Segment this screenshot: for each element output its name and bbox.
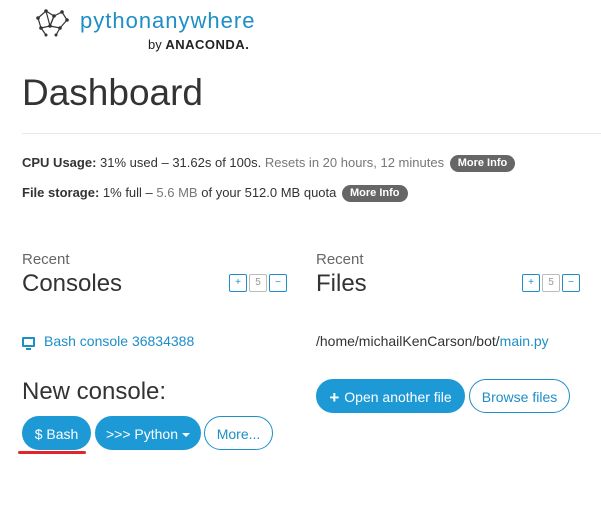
divider (22, 133, 601, 134)
consoles-title: Consoles (22, 270, 123, 297)
file-storage-quota: of your 512.0 MB quota (201, 185, 337, 200)
files-recent-label: Recent (316, 251, 364, 268)
recent-file-path[interactable]: /home/michailKenCarson/bot/ (316, 333, 500, 349)
files-title: Files (316, 270, 367, 297)
logo-byline: by ANACONDA. (148, 37, 249, 53)
cpu-usage-line: CPU Usage: 31% used – 31.62s of 100s. Re… (22, 154, 516, 172)
cpu-reset-text: Resets in 20 hours, 12 minutes (264, 155, 445, 170)
consoles-pager-decrease[interactable]: − (269, 274, 287, 292)
new-console-title: New console: (22, 378, 167, 405)
consoles-recent-label: Recent (22, 251, 70, 268)
pythonanywhere-logo-icon (36, 9, 69, 37)
open-another-file-label: Open another file (344, 389, 452, 405)
caret-down-icon (182, 433, 190, 437)
file-storage-pct: 1% full – (102, 185, 153, 200)
plus-icon: + (329, 388, 340, 407)
file-storage-used: 5.6 MB (156, 185, 198, 200)
cpu-usage-value: 31% used – 31.62s of 100s. (100, 155, 262, 170)
python-dropdown-button[interactable]: >>> Python (95, 416, 201, 450)
cpu-more-info-button[interactable]: More Info (449, 155, 516, 172)
file-storage-line: File storage: 1% full – 5.6 MB of your 5… (22, 184, 408, 202)
files-pager-count: 5 (542, 274, 560, 292)
recent-console-label[interactable]: Bash console 36834388 (44, 333, 194, 349)
browse-files-button[interactable]: Browse files (469, 379, 570, 413)
recent-file-name[interactable]: main.py (500, 333, 549, 349)
logo-by-text: by (148, 37, 162, 52)
consoles-pager-count: 5 (249, 274, 267, 292)
consoles-pager-increase[interactable]: + (229, 274, 247, 292)
open-another-file-button[interactable]: + Open another file (316, 379, 465, 413)
files-pager: + 5 − (522, 274, 582, 292)
page-title: Dashboard (22, 72, 204, 113)
file-storage-label: File storage: (22, 185, 100, 200)
monitor-icon (22, 337, 35, 350)
cpu-usage-label: CPU Usage: (22, 155, 97, 170)
python-button-label: >>> Python (105, 426, 178, 442)
consoles-pager: + 5 − (229, 274, 289, 292)
highlight-underline (18, 451, 86, 454)
more-consoles-button[interactable]: More... (204, 416, 273, 450)
recent-file-item: /home/michailKenCarson/bot/main.py (316, 332, 549, 350)
storage-more-info-button[interactable]: More Info (342, 185, 408, 202)
logo-brand: ANACONDA. (165, 37, 250, 52)
logo-wordmark[interactable]: pythonanywhere (80, 8, 255, 34)
bash-button[interactable]: $ Bash (22, 416, 91, 450)
files-pager-decrease[interactable]: − (562, 274, 580, 292)
recent-console-item[interactable]: Bash console 36834388 (22, 332, 194, 350)
files-pager-increase[interactable]: + (522, 274, 540, 292)
